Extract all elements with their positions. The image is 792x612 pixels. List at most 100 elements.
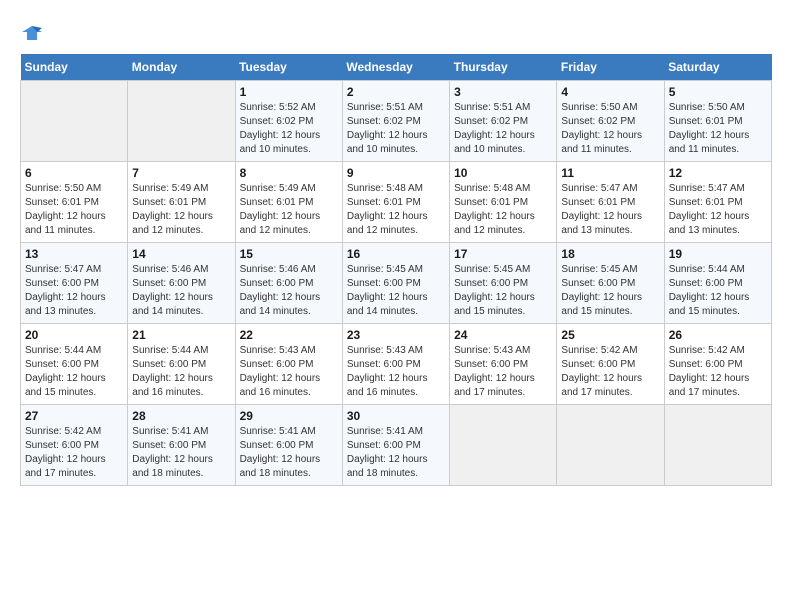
day-number: 18 xyxy=(561,247,659,261)
calendar-cell: 1Sunrise: 5:52 AM Sunset: 6:02 PM Daylig… xyxy=(235,81,342,162)
calendar-cell: 18 Sunrise: 5:45 AM Sunset: 6:00 PM Dayli… xyxy=(557,243,664,324)
day-content: Sunrise: 5:43 AM Sunset: 6:00 PM Dayligh… xyxy=(240,344,338,400)
day-number: 28 xyxy=(132,409,230,423)
weekday-header-saturday: Saturday xyxy=(664,54,771,81)
calendar-week-3: 13 Sunrise: 5:47 AM Sunset: 6:00 PM Dayli… xyxy=(21,243,772,324)
day-number: 16 xyxy=(347,247,445,261)
day-content: Sunrise: 5:52 AM Sunset: 6:02 PM Dayligh… xyxy=(240,101,338,157)
day-content: Sunrise: 5:42 AM Sunset: 6:00 PM Dayligh… xyxy=(25,425,123,481)
calendar-table: SundayMondayTuesdayWednesdayThursdayFrid… xyxy=(20,54,772,486)
calendar-cell xyxy=(128,81,235,162)
day-number: 29 xyxy=(240,409,338,423)
day-number: 9 xyxy=(347,166,445,180)
calendar-cell: 11Sunrise: 5:47 AM Sunset: 6:01 PM Dayli… xyxy=(557,162,664,243)
calendar-cell: 4Sunrise: 5:50 AM Sunset: 6:02 PM Daylig… xyxy=(557,81,664,162)
day-number: 6 xyxy=(25,166,123,180)
calendar-cell: 23 Sunrise: 5:43 AM Sunset: 6:00 PM Dayli… xyxy=(342,324,449,405)
calendar-cell: 28 Sunrise: 5:41 AM Sunset: 6:00 PM Dayli… xyxy=(128,405,235,486)
day-number: 12 xyxy=(669,166,767,180)
calendar-cell: 12 Sunrise: 5:47 AM Sunset: 6:01 PM Dayli… xyxy=(664,162,771,243)
day-content: Sunrise: 5:49 AM Sunset: 6:01 PM Dayligh… xyxy=(240,182,338,238)
day-content: Sunrise: 5:48 AM Sunset: 6:01 PM Dayligh… xyxy=(347,182,445,238)
calendar-cell: 19 Sunrise: 5:44 AM Sunset: 6:00 PM Dayli… xyxy=(664,243,771,324)
day-number: 13 xyxy=(25,247,123,261)
logo-text xyxy=(20,20,42,44)
calendar-cell: 9 Sunrise: 5:48 AM Sunset: 6:01 PM Daylig… xyxy=(342,162,449,243)
day-content: Sunrise: 5:44 AM Sunset: 6:00 PM Dayligh… xyxy=(669,263,767,319)
day-content: Sunrise: 5:42 AM Sunset: 6:00 PM Dayligh… xyxy=(669,344,767,400)
day-number: 22 xyxy=(240,328,338,342)
day-number: 20 xyxy=(25,328,123,342)
day-number: 8 xyxy=(240,166,338,180)
calendar-cell: 14 Sunrise: 5:46 AM Sunset: 6:00 PM Dayli… xyxy=(128,243,235,324)
day-content: Sunrise: 5:41 AM Sunset: 6:00 PM Dayligh… xyxy=(240,425,338,481)
day-content: Sunrise: 5:48 AM Sunset: 6:01 PM Dayligh… xyxy=(454,182,552,238)
day-content: Sunrise: 5:47 AM Sunset: 6:01 PM Dayligh… xyxy=(669,182,767,238)
day-content: Sunrise: 5:45 AM Sunset: 6:00 PM Dayligh… xyxy=(347,263,445,319)
calendar-cell xyxy=(664,405,771,486)
day-content: Sunrise: 5:41 AM Sunset: 6:00 PM Dayligh… xyxy=(132,425,230,481)
calendar-week-1: 1Sunrise: 5:52 AM Sunset: 6:02 PM Daylig… xyxy=(21,81,772,162)
day-number: 26 xyxy=(669,328,767,342)
day-content: Sunrise: 5:50 AM Sunset: 6:01 PM Dayligh… xyxy=(669,101,767,157)
calendar-cell: 25 Sunrise: 5:42 AM Sunset: 6:00 PM Dayli… xyxy=(557,324,664,405)
day-content: Sunrise: 5:45 AM Sunset: 6:00 PM Dayligh… xyxy=(454,263,552,319)
day-number: 25 xyxy=(561,328,659,342)
day-content: Sunrise: 5:47 AM Sunset: 6:01 PM Dayligh… xyxy=(561,182,659,238)
calendar-cell: 7 Sunrise: 5:49 AM Sunset: 6:01 PM Daylig… xyxy=(128,162,235,243)
weekday-header-wednesday: Wednesday xyxy=(342,54,449,81)
day-number: 14 xyxy=(132,247,230,261)
day-content: Sunrise: 5:44 AM Sunset: 6:00 PM Dayligh… xyxy=(132,344,230,400)
day-number: 2 xyxy=(347,85,445,99)
calendar-week-5: 27 Sunrise: 5:42 AM Sunset: 6:00 PM Dayli… xyxy=(21,405,772,486)
day-content: Sunrise: 5:42 AM Sunset: 6:00 PM Dayligh… xyxy=(561,344,659,400)
calendar-cell: 8 Sunrise: 5:49 AM Sunset: 6:01 PM Daylig… xyxy=(235,162,342,243)
calendar-cell: 29 Sunrise: 5:41 AM Sunset: 6:00 PM Dayli… xyxy=(235,405,342,486)
day-content: Sunrise: 5:47 AM Sunset: 6:00 PM Dayligh… xyxy=(25,263,123,319)
calendar-cell: 22 Sunrise: 5:43 AM Sunset: 6:00 PM Dayli… xyxy=(235,324,342,405)
day-content: Sunrise: 5:45 AM Sunset: 6:00 PM Dayligh… xyxy=(561,263,659,319)
day-content: Sunrise: 5:43 AM Sunset: 6:00 PM Dayligh… xyxy=(347,344,445,400)
day-number: 23 xyxy=(347,328,445,342)
calendar-cell: 10 Sunrise: 5:48 AM Sunset: 6:01 PM Dayli… xyxy=(450,162,557,243)
calendar-cell: 21 Sunrise: 5:44 AM Sunset: 6:00 PM Dayli… xyxy=(128,324,235,405)
day-content: Sunrise: 5:51 AM Sunset: 6:02 PM Dayligh… xyxy=(347,101,445,157)
day-number: 27 xyxy=(25,409,123,423)
day-number: 30 xyxy=(347,409,445,423)
calendar-cell: 17Sunrise: 5:45 AM Sunset: 6:00 PM Dayli… xyxy=(450,243,557,324)
day-content: Sunrise: 5:51 AM Sunset: 6:02 PM Dayligh… xyxy=(454,101,552,157)
calendar-cell: 6 Sunrise: 5:50 AM Sunset: 6:01 PM Daylig… xyxy=(21,162,128,243)
day-number: 10 xyxy=(454,166,552,180)
calendar-cell: 16 Sunrise: 5:45 AM Sunset: 6:00 PM Dayli… xyxy=(342,243,449,324)
calendar-cell: 5 Sunrise: 5:50 AM Sunset: 6:01 PM Daylig… xyxy=(664,81,771,162)
calendar-cell: 15 Sunrise: 5:46 AM Sunset: 6:00 PM Dayli… xyxy=(235,243,342,324)
calendar-cell: 2 Sunrise: 5:51 AM Sunset: 6:02 PM Daylig… xyxy=(342,81,449,162)
day-number: 19 xyxy=(669,247,767,261)
calendar-cell xyxy=(557,405,664,486)
weekday-header-tuesday: Tuesday xyxy=(235,54,342,81)
day-number: 21 xyxy=(132,328,230,342)
day-content: Sunrise: 5:46 AM Sunset: 6:00 PM Dayligh… xyxy=(132,263,230,319)
day-number: 24 xyxy=(454,328,552,342)
calendar-cell xyxy=(450,405,557,486)
calendar-cell: 3Sunrise: 5:51 AM Sunset: 6:02 PM Daylig… xyxy=(450,81,557,162)
weekday-header-friday: Friday xyxy=(557,54,664,81)
day-number: 5 xyxy=(669,85,767,99)
calendar-cell xyxy=(21,81,128,162)
day-number: 15 xyxy=(240,247,338,261)
bird-icon xyxy=(22,24,42,42)
day-content: Sunrise: 5:50 AM Sunset: 6:02 PM Dayligh… xyxy=(561,101,659,157)
day-content: Sunrise: 5:41 AM Sunset: 6:00 PM Dayligh… xyxy=(347,425,445,481)
weekday-header-sunday: Sunday xyxy=(21,54,128,81)
day-content: Sunrise: 5:50 AM Sunset: 6:01 PM Dayligh… xyxy=(25,182,123,238)
day-content: Sunrise: 5:43 AM Sunset: 6:00 PM Dayligh… xyxy=(454,344,552,400)
calendar-cell: 24 Sunrise: 5:43 AM Sunset: 6:00 PM Dayli… xyxy=(450,324,557,405)
calendar-week-2: 6 Sunrise: 5:50 AM Sunset: 6:01 PM Daylig… xyxy=(21,162,772,243)
weekday-header-monday: Monday xyxy=(128,54,235,81)
day-number: 7 xyxy=(132,166,230,180)
calendar-cell: 20 Sunrise: 5:44 AM Sunset: 6:00 PM Dayli… xyxy=(21,324,128,405)
day-content: Sunrise: 5:46 AM Sunset: 6:00 PM Dayligh… xyxy=(240,263,338,319)
calendar-cell: 26 Sunrise: 5:42 AM Sunset: 6:00 PM Dayli… xyxy=(664,324,771,405)
day-content: Sunrise: 5:44 AM Sunset: 6:00 PM Dayligh… xyxy=(25,344,123,400)
day-content: Sunrise: 5:49 AM Sunset: 6:01 PM Dayligh… xyxy=(132,182,230,238)
